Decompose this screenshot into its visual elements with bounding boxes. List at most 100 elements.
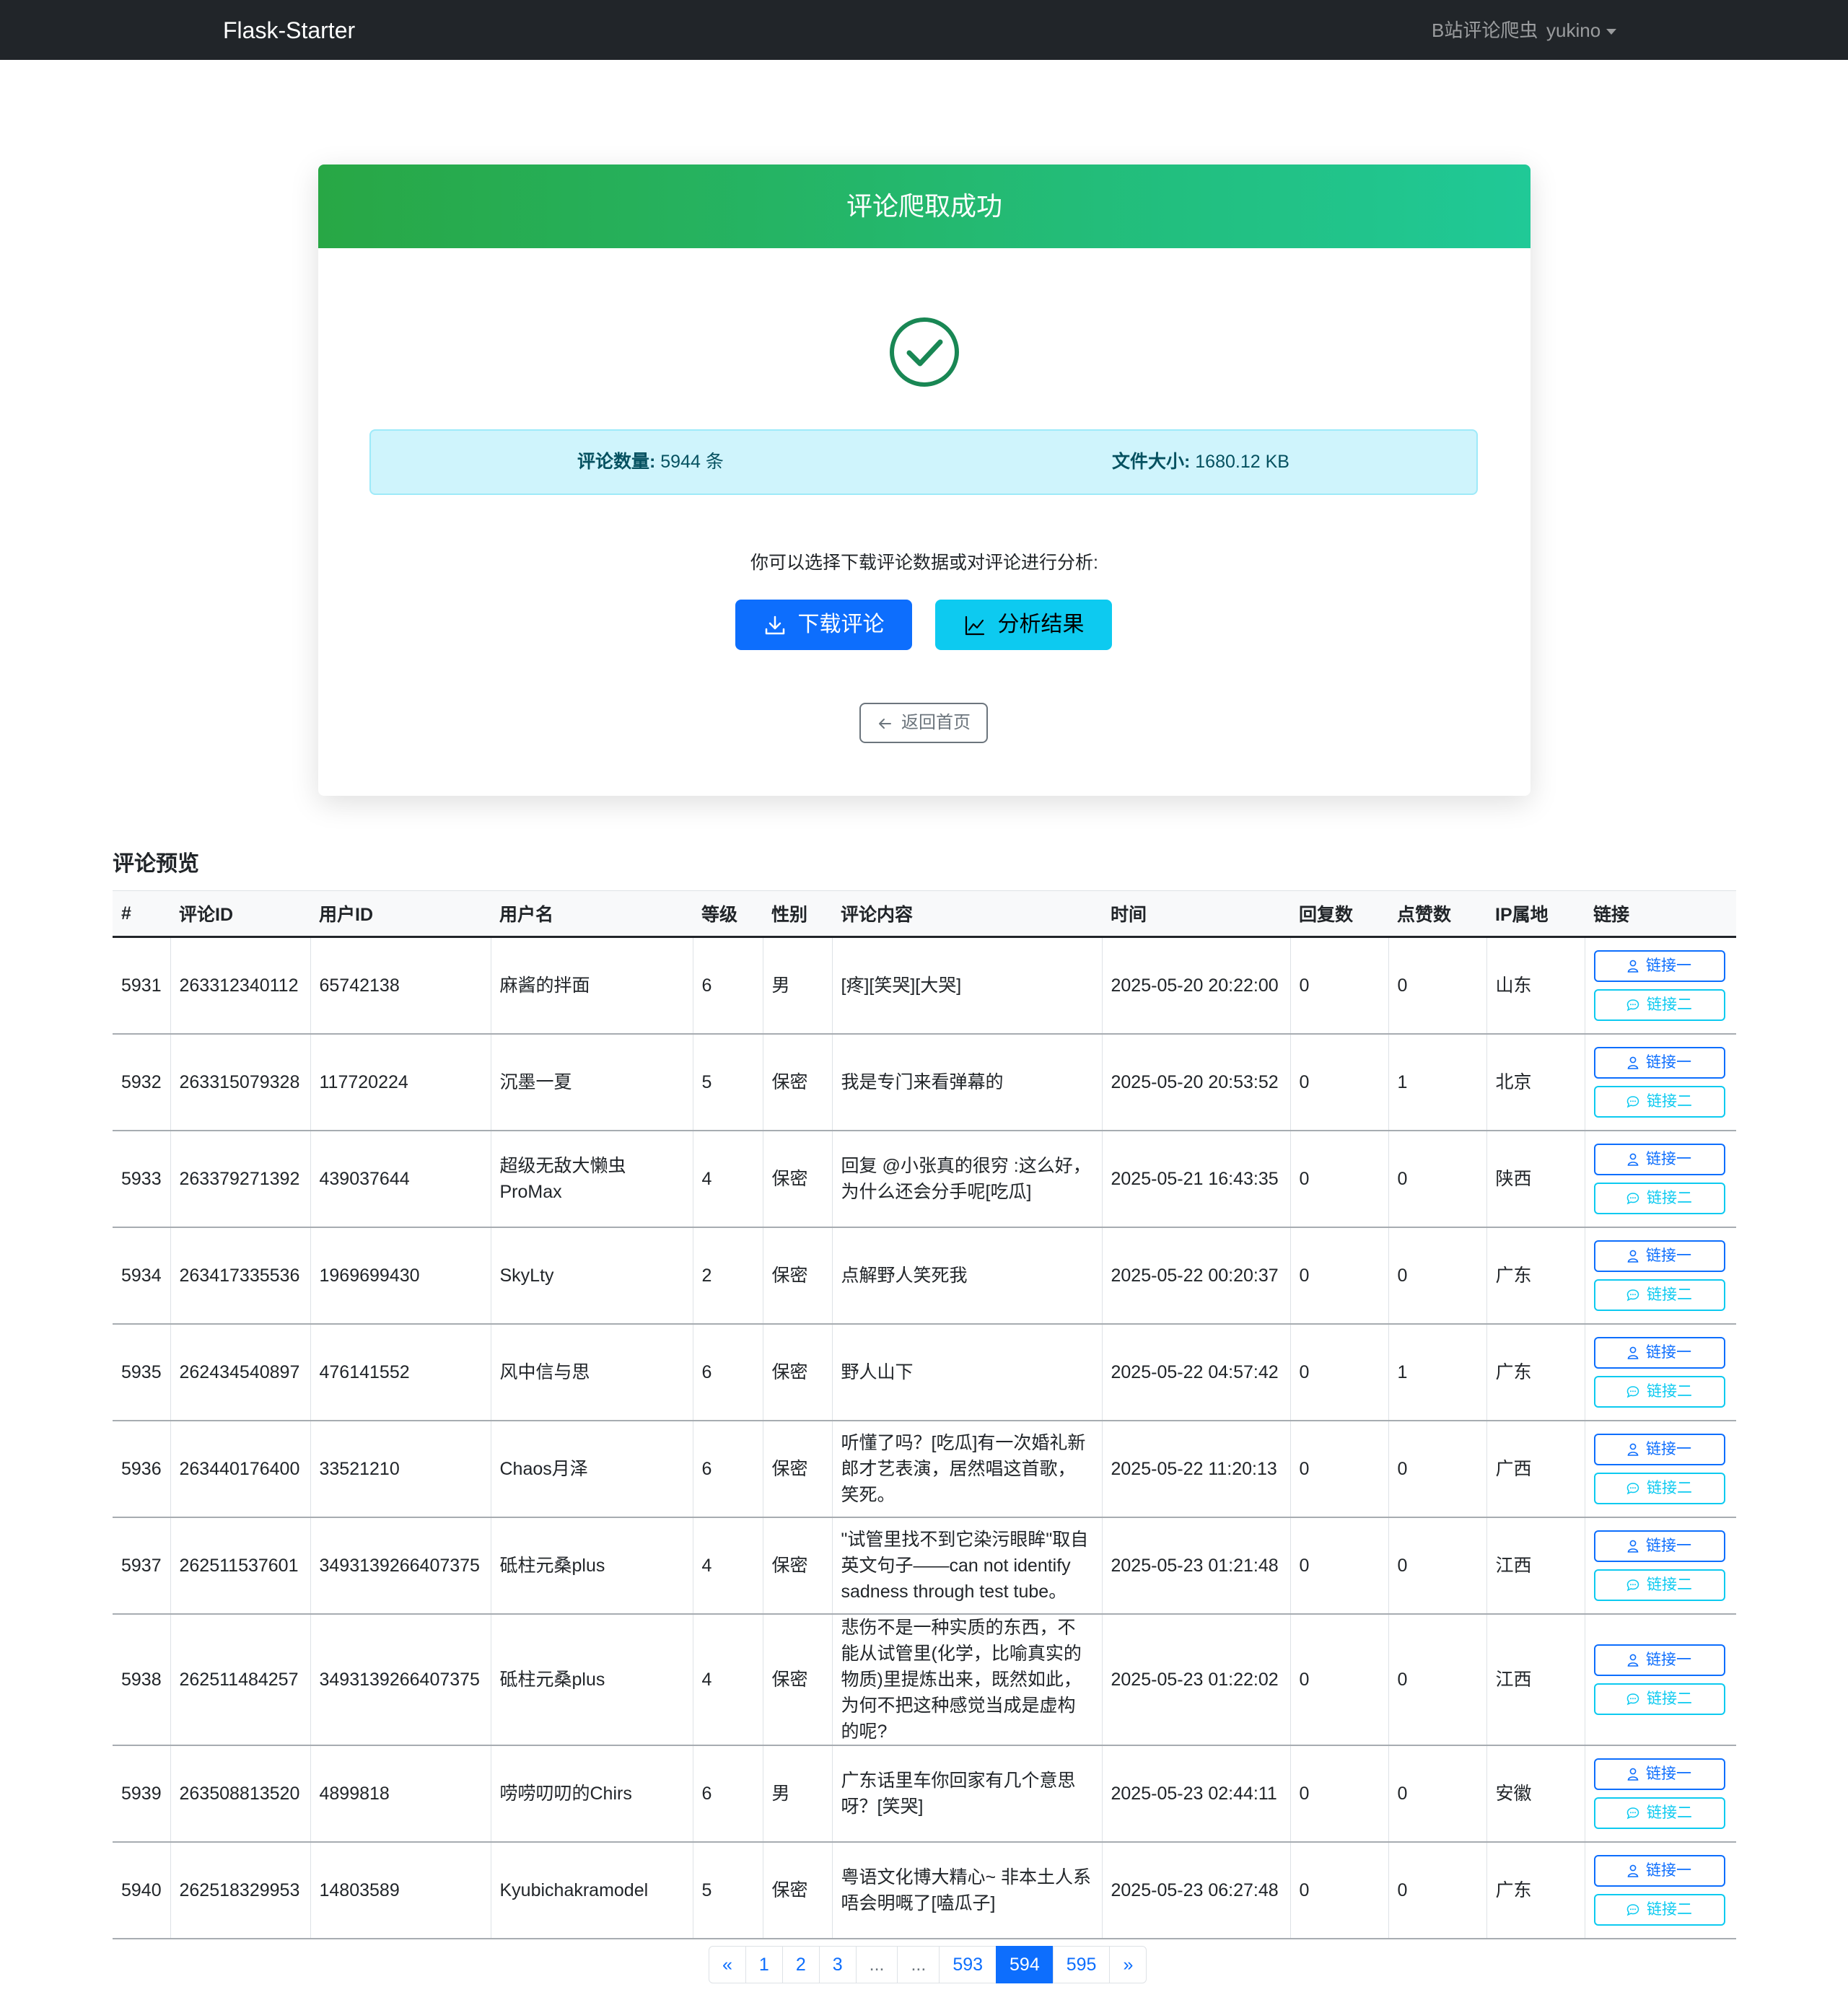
navbar: Flask-Starter B站评论爬虫 yukino — [0, 0, 1848, 60]
link-one-button[interactable]: 链接一 — [1593, 1644, 1725, 1676]
cell-no: 5939 — [113, 1745, 171, 1843]
link-one-button[interactable]: 链接一 — [1593, 1143, 1725, 1175]
analyze-results-button[interactable]: 分析结果 — [935, 600, 1112, 650]
person-icon — [1627, 1056, 1639, 1069]
column-header: 性别 — [763, 890, 832, 938]
cell-time: 2025-05-23 01:22:02 — [1102, 1613, 1291, 1746]
link-one-button[interactable]: 链接一 — [1593, 1854, 1725, 1887]
person-icon — [1627, 1250, 1639, 1263]
cell-cid: 262434540897 — [170, 1323, 311, 1421]
navbar-brand[interactable]: Flask-Starter — [223, 16, 355, 45]
page-link-593[interactable]: 593 — [939, 1946, 997, 1983]
link-one-button[interactable]: 链接一 — [1593, 1046, 1725, 1079]
cell-time: 2025-05-20 20:53:52 — [1102, 1033, 1291, 1131]
link-one-button[interactable]: 链接一 — [1593, 1758, 1725, 1790]
cell-ip: 广东 — [1486, 1841, 1585, 1939]
page-link-2[interactable]: 2 — [781, 1946, 820, 1983]
link-two-button[interactable]: 链接二 — [1593, 1085, 1725, 1118]
chart-line-icon — [965, 615, 984, 636]
stats-alert: 评论数量: 5944 条 文件大小: 1680.12 KB — [369, 429, 1478, 495]
cell-ip: 广东 — [1486, 1227, 1585, 1325]
cell-ip: 广东 — [1486, 1323, 1585, 1421]
chat-icon — [1626, 1693, 1639, 1706]
cell-level: 6 — [693, 1323, 763, 1421]
page-prev[interactable]: « — [709, 1946, 746, 1983]
page-link-3[interactable]: 3 — [818, 1946, 857, 1983]
caret-down-icon — [1606, 29, 1617, 35]
cell-links: 链接一 链接二 — [1585, 1613, 1736, 1746]
column-header: 链接 — [1585, 890, 1736, 938]
cell-no: 5934 — [113, 1227, 171, 1325]
cell-content: 粤语文化博大精心~ 非本土人系唔会明嘅了[嗑瓜子] — [832, 1841, 1103, 1939]
link-two-button[interactable]: 链接二 — [1593, 1683, 1725, 1715]
link-one-button[interactable]: 链接一 — [1593, 949, 1725, 982]
table-row: 5937 262511537601 3493139266407375 砥柱元桑plus… — [113, 1517, 1736, 1615]
cell-replies: 0 — [1290, 1130, 1389, 1228]
preview-title: 评论预览 — [113, 852, 199, 876]
cell-no: 5936 — [113, 1420, 171, 1518]
cell-no: 5937 — [113, 1517, 171, 1615]
cell-uid: 33521210 — [310, 1420, 491, 1518]
cell-time: 2025-05-23 02:44:11 — [1102, 1745, 1291, 1843]
cell-gender: 保密 — [763, 1517, 833, 1615]
cell-name: 砥柱元桑plus — [491, 1613, 693, 1746]
chat-icon — [1626, 1904, 1639, 1916]
link-two-button[interactable]: 链接二 — [1593, 1797, 1725, 1829]
cell-time: 2025-05-23 01:21:48 — [1102, 1517, 1291, 1615]
cell-likes: 0 — [1388, 1227, 1487, 1325]
link-two-button[interactable]: 链接二 — [1593, 988, 1725, 1021]
nav-link-bilibili-crawler[interactable]: B站评论爬虫 — [1432, 17, 1538, 43]
link-one-button[interactable]: 链接一 — [1593, 1240, 1725, 1272]
cell-name: SkyLty — [491, 1227, 693, 1325]
link-two-button[interactable]: 链接二 — [1593, 1278, 1725, 1311]
cell-ip: 山东 — [1486, 937, 1585, 1035]
cell-links: 链接一 链接二 — [1585, 1517, 1736, 1615]
user-name: yukino — [1546, 19, 1601, 41]
download-comments-button[interactable]: 下载评论 — [735, 600, 912, 650]
cell-uid: 3493139266407375 — [310, 1517, 491, 1615]
cell-content: 我是专门来看弹幕的 — [832, 1033, 1103, 1131]
column-header: 评论ID — [170, 890, 310, 938]
cell-gender: 保密 — [763, 1033, 833, 1131]
column-header: 评论内容 — [832, 890, 1102, 938]
cell-level: 5 — [693, 1033, 763, 1131]
cell-name: 超级无敌大懒虫ProMax — [491, 1130, 693, 1228]
link-two-button[interactable]: 链接二 — [1593, 1893, 1725, 1926]
cell-content: 野人山下 — [832, 1323, 1103, 1421]
link-two-button[interactable]: 链接二 — [1593, 1375, 1725, 1408]
link-two-button[interactable]: 链接二 — [1593, 1569, 1725, 1601]
table-row: 5936 263440176400 33521210 Chaos月泽 6 保密 听懂了吗？[… — [113, 1420, 1736, 1518]
link-one-button[interactable]: 链接一 — [1593, 1336, 1725, 1369]
person-icon — [1627, 1864, 1639, 1877]
table-row: 5931 263312340112 65742138 麻酱的拌面 6 男 [疼][笑哭][大… — [113, 937, 1736, 1035]
page-link-1[interactable]: 1 — [745, 1946, 783, 1983]
user-dropdown[interactable]: yukino — [1546, 17, 1617, 43]
cell-links: 链接一 链接二 — [1585, 1130, 1736, 1228]
person-icon — [1627, 1153, 1639, 1166]
cell-content: 点解野人笑死我 — [832, 1227, 1103, 1325]
cell-time: 2025-05-22 04:57:42 — [1102, 1323, 1291, 1421]
cell-level: 5 — [693, 1841, 763, 1939]
back-home-button[interactable]: 返回首页 — [859, 703, 988, 743]
link-one-button[interactable]: 链接一 — [1593, 1530, 1725, 1562]
page-link-594[interactable]: 594 — [996, 1946, 1054, 1983]
cell-uid: 476141552 — [310, 1323, 491, 1421]
page-link-595[interactable]: 595 — [1052, 1946, 1111, 1983]
cell-cid: 262511484257 — [170, 1613, 311, 1746]
cell-links: 链接一 链接二 — [1585, 1227, 1736, 1325]
cell-likes: 1 — [1388, 1033, 1487, 1131]
cell-gender: 男 — [763, 1745, 833, 1843]
cell-content: 悲伤不是一种实质的东西，不能从试管里(化学，比喻真实的物质)里提炼出来，既然如此… — [832, 1613, 1103, 1746]
comments-table: # 评论ID 用户ID 用户名 等级 性别 评论内容 时间 回复数 点赞数 IP属地 链接 5931 2… — [113, 890, 1736, 1939]
cell-cid: 262511537601 — [170, 1517, 311, 1615]
cell-gender: 保密 — [763, 1130, 833, 1228]
page-next[interactable]: » — [1109, 1946, 1147, 1983]
chat-icon — [1626, 1096, 1639, 1108]
cell-replies: 0 — [1290, 1227, 1389, 1325]
link-two-button[interactable]: 链接二 — [1593, 1182, 1725, 1214]
link-one-button[interactable]: 链接一 — [1593, 1433, 1725, 1465]
cell-time: 2025-05-22 00:20:37 — [1102, 1227, 1291, 1325]
page-ellipsis: ... — [897, 1946, 940, 1983]
cell-ip: 江西 — [1486, 1613, 1585, 1746]
link-two-button[interactable]: 链接二 — [1593, 1472, 1725, 1504]
